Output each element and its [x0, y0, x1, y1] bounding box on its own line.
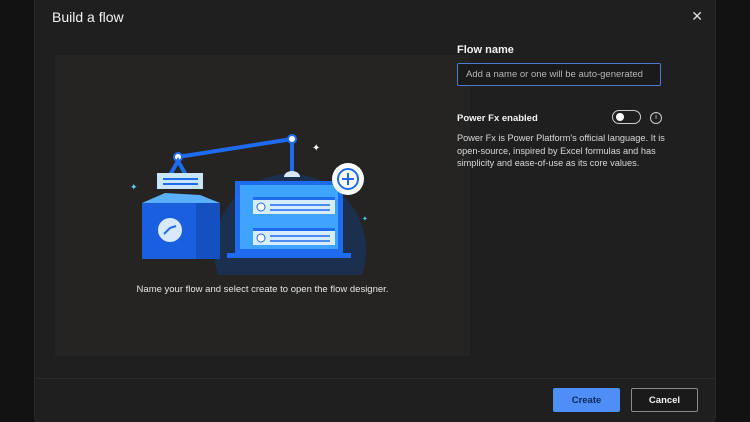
toggle-knob [616, 113, 624, 121]
flow-illustration: ✦ ✦ ✦ [130, 134, 368, 275]
svg-text:✦: ✦ [130, 182, 138, 192]
create-button[interactable]: Create [553, 388, 620, 412]
illustration-caption: Name your flow and select create to open… [136, 284, 389, 295]
card-icon [157, 173, 203, 189]
cancel-button[interactable]: Cancel [631, 388, 698, 412]
info-icon[interactable]: i [650, 112, 662, 124]
flow-name-label: Flow name [457, 44, 514, 56]
illustration-panel: ✦ ✦ ✦ Name your flow and select create t… [55, 55, 470, 356]
flow-node-icon [158, 218, 182, 242]
svg-text:✦: ✦ [362, 215, 368, 223]
power-fx-label: Power Fx enabled [457, 113, 538, 124]
close-icon[interactable]: ✕ [691, 8, 703, 25]
sparkle-icon: ✦ [312, 143, 320, 154]
crane-arm [177, 137, 293, 159]
flow-name-input[interactable] [457, 63, 661, 86]
power-fx-description: Power Fx is Power Platform's official la… [457, 133, 665, 168]
power-fx-toggle[interactable] [612, 110, 641, 124]
dialog-title: Build a flow [52, 9, 124, 25]
